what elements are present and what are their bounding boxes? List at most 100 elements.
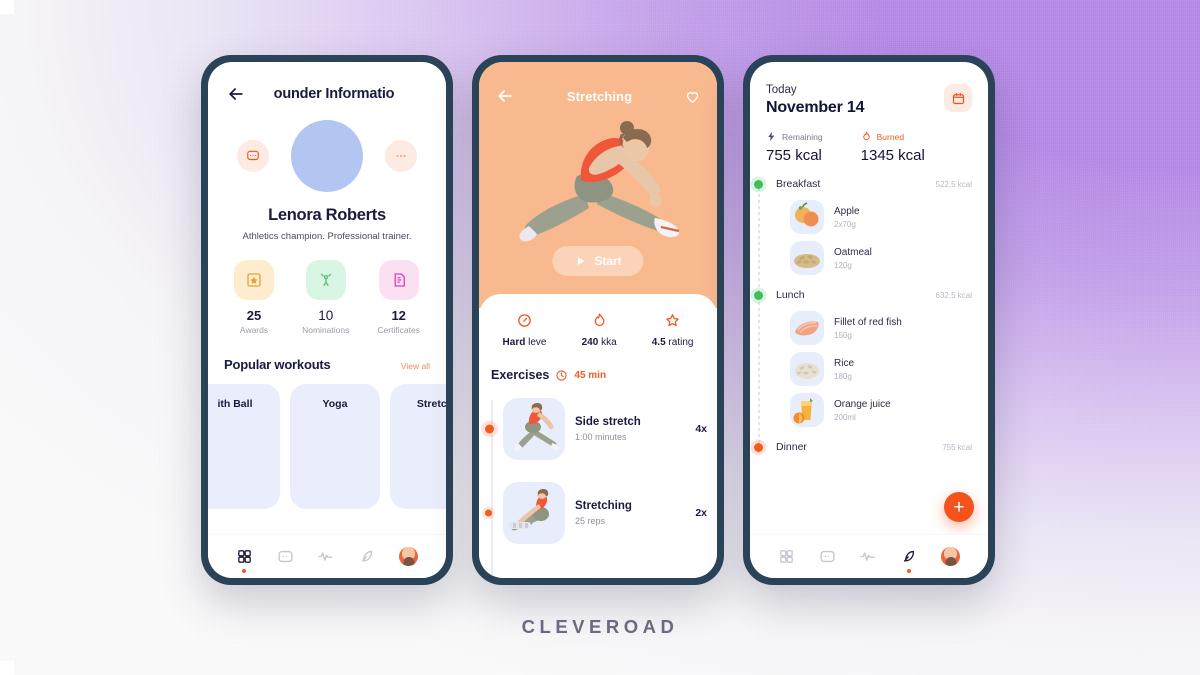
burned-label: Burned bbox=[876, 131, 905, 142]
start-workout-button[interactable]: Start bbox=[552, 246, 644, 276]
orange-juice-icon bbox=[793, 398, 813, 424]
user-avatar-icon bbox=[399, 547, 419, 566]
exercise-sets: 2x bbox=[695, 507, 707, 519]
exercise-name: Side stretch bbox=[575, 416, 641, 428]
phone-nutrition-screen: Today November 14 Remaining 755 kcal Bur… bbox=[743, 55, 995, 585]
stat-certificates-label: Certificates bbox=[377, 325, 420, 335]
food-item[interactable]: Oatmeal 120g bbox=[790, 241, 988, 275]
timeline-bullet bbox=[485, 509, 492, 517]
workout-card[interactable]: Stretch bbox=[390, 384, 446, 509]
nav-messages[interactable] bbox=[819, 548, 836, 565]
timeline-bullet bbox=[485, 424, 494, 434]
add-meal-button[interactable]: + bbox=[944, 492, 974, 522]
meal-header-dinner[interactable]: Dinner 755 kcal bbox=[754, 441, 988, 453]
meal-status-dot bbox=[754, 442, 763, 452]
food-name: Orange juice bbox=[834, 398, 891, 410]
nav-profile[interactable] bbox=[399, 547, 419, 566]
profile-screen-content: ounder Informatio Lenora Roberts Athleti… bbox=[208, 62, 446, 578]
today-label: Today bbox=[766, 84, 797, 96]
meal-calories: 522,5 kcal bbox=[935, 179, 972, 189]
meal-status-dot bbox=[754, 290, 763, 300]
workout-details-sheet: Hard leve 240 kka 4.5 rating Exercises 4… bbox=[479, 294, 717, 578]
food-item[interactable]: Fillet of red fish 150g bbox=[790, 311, 988, 345]
food-meta: Orange juice 200ml bbox=[834, 399, 891, 422]
leaf-nutrition-icon bbox=[904, 550, 915, 562]
certificate-document-icon bbox=[378, 260, 419, 300]
stat-awards-value: 25 bbox=[246, 308, 262, 323]
stretching-athlete-illustration bbox=[519, 121, 680, 242]
nav-active-dot bbox=[906, 569, 911, 573]
page-title: ounder Informatio bbox=[273, 86, 395, 102]
back-arrow-icon[interactable] bbox=[495, 86, 515, 106]
food-name: Rice bbox=[834, 357, 855, 369]
message-button[interactable] bbox=[237, 140, 269, 172]
chat-bubble-icon bbox=[278, 550, 293, 563]
workout-card[interactable]: ith Ball bbox=[208, 384, 280, 509]
food-item[interactable]: Rice 180g bbox=[790, 352, 988, 386]
exercises-header: Exercises 45 min bbox=[479, 368, 717, 382]
corner-mask-top-left bbox=[0, 0, 14, 14]
stat-nominations-label: Nominations bbox=[302, 325, 350, 335]
calendar-button[interactable] bbox=[944, 84, 972, 112]
food-amount: 180g bbox=[834, 371, 852, 381]
meal-header-breakfast[interactable]: Breakfast 522,5 kcal bbox=[754, 178, 988, 190]
workout-card-title: Stretch bbox=[416, 398, 446, 410]
meal-name: Lunch bbox=[776, 289, 805, 301]
nav-activity[interactable] bbox=[859, 548, 876, 565]
exercise-meta: Side stretch 1:00 minutes bbox=[575, 416, 685, 442]
profile-name: Lenora Roberts bbox=[268, 206, 386, 224]
stat-certificates[interactable]: 12 Certificates bbox=[377, 260, 420, 335]
star-icon bbox=[666, 314, 679, 327]
profile-avatar-row bbox=[208, 120, 446, 192]
exercise-thumbnail bbox=[503, 398, 565, 460]
meal-list: Breakfast 522,5 kcal Apple 2x70g Oatmeal… bbox=[750, 178, 988, 453]
food-meta: Fillet of red fish 150g bbox=[834, 317, 902, 340]
avatar[interactable] bbox=[291, 120, 363, 192]
exercise-name: Stretching bbox=[575, 500, 632, 512]
stat-nominations[interactable]: 10 Nominations bbox=[302, 260, 349, 335]
food-item[interactable]: Orange juice 200ml bbox=[790, 393, 988, 427]
exercise-item[interactable]: Stretching 25 reps 2x bbox=[485, 478, 717, 548]
exercise-item[interactable]: Side stretch 1:00 minutes 4x bbox=[485, 394, 717, 464]
stat-awards[interactable]: 25 Awards bbox=[234, 260, 275, 335]
food-thumbnail bbox=[790, 200, 824, 234]
lightning-bolt-icon bbox=[768, 131, 775, 142]
nav-messages[interactable] bbox=[277, 548, 294, 565]
nav-activity[interactable] bbox=[317, 548, 334, 565]
nav-dashboard[interactable] bbox=[236, 548, 253, 573]
workout-card[interactable]: Yoga bbox=[290, 384, 380, 509]
grid-dashboard-icon bbox=[780, 550, 793, 563]
nav-nutrition[interactable] bbox=[358, 548, 375, 565]
apple-icon bbox=[795, 202, 819, 227]
food-item[interactable]: Apple 2x70g bbox=[790, 200, 988, 234]
stat-calories: 240 kka bbox=[582, 312, 617, 348]
workout-cards-list[interactable]: ith Ball Yoga Stretch bbox=[208, 384, 446, 509]
nav-dashboard[interactable] bbox=[778, 548, 795, 565]
meal-name: Breakfast bbox=[776, 178, 821, 190]
meal-timeline-line bbox=[758, 188, 760, 453]
more-options-button[interactable] bbox=[385, 140, 417, 172]
phone-workout-screen: Stretching Start Hard leve 240 kka 4.5 r… bbox=[472, 55, 724, 585]
food-amount: 150g bbox=[834, 330, 852, 340]
view-all-link[interactable]: View all bbox=[401, 361, 430, 371]
leaf-nutrition-icon bbox=[362, 550, 373, 562]
nav-nutrition[interactable] bbox=[900, 548, 917, 573]
profile-stats: 25 Awards 10 Nominations 12 Certificates bbox=[208, 260, 446, 335]
workout-duration: 45 min bbox=[574, 369, 607, 381]
activity-pulse-icon bbox=[318, 552, 334, 561]
stat-difficulty: Hard leve bbox=[503, 312, 546, 348]
corner-mask-bottom-left bbox=[0, 661, 14, 675]
nutrition-header: Today November 14 Remaining 755 kcal Bur… bbox=[750, 62, 988, 164]
meal-header-lunch[interactable]: Lunch 632,5 kcal bbox=[754, 289, 988, 301]
heart-icon[interactable] bbox=[684, 88, 701, 105]
nav-profile[interactable] bbox=[941, 547, 961, 566]
workout-header: Stretching bbox=[479, 62, 717, 106]
exercise-meta: Stretching 25 reps bbox=[575, 500, 685, 526]
stat-rating: 4.5 rating bbox=[652, 312, 693, 348]
burned-label-row: Burned bbox=[861, 131, 925, 142]
burned-value: 1345 kcal bbox=[860, 147, 925, 164]
salmon-fillet-icon bbox=[795, 321, 819, 336]
start-label: Start bbox=[594, 254, 622, 268]
popular-workouts-header: Popular workouts View all bbox=[208, 357, 446, 372]
food-amount: 2x70g bbox=[834, 219, 856, 229]
